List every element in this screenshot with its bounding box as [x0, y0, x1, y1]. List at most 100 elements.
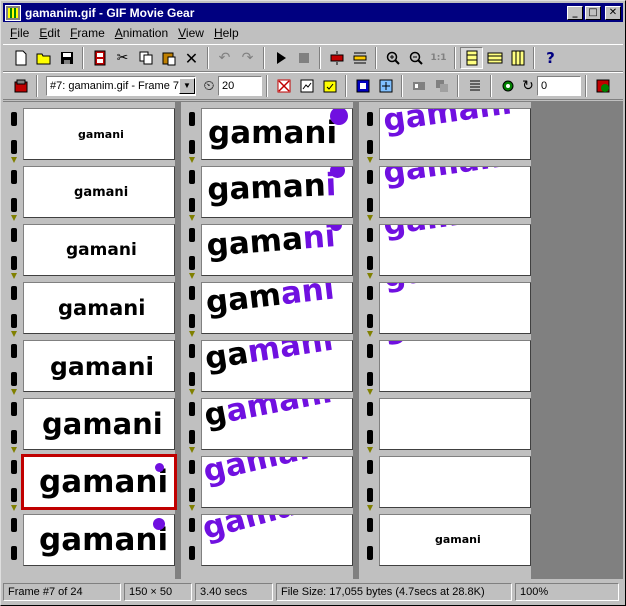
- frame-properties-button[interactable]: [9, 75, 32, 97]
- menu-frame[interactable]: Frame: [65, 26, 110, 40]
- frame-word: gamani: [381, 283, 514, 295]
- frame-marker-icon: [11, 505, 17, 511]
- menu-animation[interactable]: Animation: [110, 26, 173, 40]
- frame-thumbnail[interactable]: gamani: [23, 224, 175, 276]
- open-file-button[interactable]: [32, 47, 55, 69]
- minimize-button[interactable]: _: [567, 5, 583, 20]
- frame-marker-icon: [189, 447, 195, 453]
- new-file-button[interactable]: [9, 47, 32, 69]
- redo-button[interactable]: ↷: [236, 47, 259, 69]
- frame-word: gamani: [380, 108, 514, 139]
- save-button[interactable]: [55, 47, 78, 69]
- delay-clock-icon: ⏲: [203, 78, 215, 94]
- stop-button[interactable]: [292, 47, 315, 69]
- play-icon: [276, 52, 286, 64]
- film-perforation: [11, 112, 17, 126]
- frame-thumbnail[interactable]: gamani: [23, 398, 175, 450]
- disposal-button[interactable]: [295, 75, 318, 97]
- frame-thumbnail[interactable]: gamani: [201, 340, 353, 392]
- film-perforation: [189, 430, 195, 444]
- vertical-view-button[interactable]: [506, 47, 529, 69]
- frame-thumbnail[interactable]: gamani: [201, 282, 353, 334]
- merge-frame-button[interactable]: [348, 47, 371, 69]
- frame-thumbnail[interactable]: gamani: [379, 398, 531, 450]
- vertical-view-icon: [511, 50, 524, 66]
- frame-thumbnail[interactable]: gamani: [379, 166, 531, 218]
- app-icon[interactable]: [5, 4, 21, 21]
- frame-select[interactable]: #7: gamanim.gif - Frame 7 ▼: [46, 76, 196, 96]
- paste-button[interactable]: [157, 47, 180, 69]
- status-size: 150 × 50: [124, 583, 192, 601]
- film-perforation: [367, 256, 373, 270]
- frame-thumbnail[interactable]: gamani: [379, 514, 531, 566]
- frame-thumbnail[interactable]: gamani: [23, 282, 175, 334]
- app-window: gamanim.gif - GIF Movie Gear _ □ ✕ File …: [0, 0, 626, 606]
- film-perforation: [11, 430, 17, 444]
- frame-thumbnail[interactable]: gamani: [23, 108, 175, 160]
- split-button[interactable]: [407, 75, 430, 97]
- frame-thumbnail[interactable]: gamani: [201, 224, 353, 276]
- frame-workspace[interactable]: gamani gamani gamani gamani gamani gamani gama…: [3, 101, 623, 580]
- transparency-button[interactable]: [272, 75, 295, 97]
- frame-thumbnail[interactable]: gamani: [201, 108, 353, 160]
- optimize-button[interactable]: [374, 75, 397, 97]
- status-filesize: File Size: 17,055 bytes (4.7secs at 28.8…: [276, 583, 512, 601]
- frame-word: gamani: [380, 166, 514, 191]
- filmstrip-view-button[interactable]: [460, 47, 483, 69]
- zoom-out-button[interactable]: [404, 47, 427, 69]
- copy-icon: [139, 51, 152, 65]
- delete-button[interactable]: ✕: [180, 47, 203, 69]
- frame-thumbnail[interactable]: [379, 456, 531, 508]
- frame-thumbnail[interactable]: gamani: [23, 340, 175, 392]
- film-perforation: [11, 140, 17, 154]
- frame-list-button[interactable]: [463, 75, 486, 97]
- window-title: gamanim.gif - GIF Movie Gear: [25, 5, 195, 20]
- insert-frame-button[interactable]: [325, 47, 348, 69]
- actual-size-button[interactable]: 1:1: [427, 47, 450, 69]
- menu-edit[interactable]: Edit: [34, 26, 65, 40]
- frame-thumbnail[interactable]: gamani: [201, 514, 353, 566]
- delay-input[interactable]: 20: [218, 76, 262, 96]
- palette-button[interactable]: [351, 75, 374, 97]
- film-perforation: [189, 228, 195, 242]
- close-button[interactable]: ✕: [605, 5, 621, 20]
- film-perforation: [367, 344, 373, 358]
- loop-count-input[interactable]: 0: [537, 76, 581, 96]
- frame-thumbnail[interactable]: gamani: [201, 456, 353, 508]
- copy-button[interactable]: [134, 47, 157, 69]
- menu-file[interactable]: File: [5, 26, 34, 40]
- preview-browser-button[interactable]: [591, 75, 614, 97]
- frame-thumbnail[interactable]: gamani: [23, 514, 175, 566]
- frame-thumbnail[interactable]: gamani: [379, 108, 531, 160]
- dropdown-arrow-icon[interactable]: ▼: [179, 78, 195, 94]
- crop-button[interactable]: [430, 75, 453, 97]
- frame-thumbnail[interactable]: gamani: [379, 224, 531, 276]
- frame-word: gamani: [66, 240, 137, 260]
- undo-button[interactable]: ↶: [213, 47, 236, 69]
- frame-thumbnail[interactable]: gamani: [379, 340, 531, 392]
- frame-offset-button[interactable]: [318, 75, 341, 97]
- film-perforation: [367, 488, 373, 502]
- cut-button[interactable]: ✂: [111, 47, 134, 69]
- help-button[interactable]: ?: [539, 47, 562, 69]
- film-perforation: [11, 372, 17, 386]
- frame-thumbnail[interactable]: gamani: [201, 398, 353, 450]
- film-perforation: [11, 286, 17, 300]
- frame-thumbnail[interactable]: gamani: [201, 166, 353, 218]
- maximize-button[interactable]: □: [585, 5, 601, 20]
- menu-view[interactable]: View: [173, 26, 209, 40]
- zoom-in-button[interactable]: [381, 47, 404, 69]
- play-button[interactable]: [269, 47, 292, 69]
- horizontal-view-button[interactable]: [483, 47, 506, 69]
- film-perforation: [189, 314, 195, 328]
- frame-marker-icon: [367, 505, 373, 511]
- menu-help[interactable]: Help: [209, 26, 244, 40]
- film-perforation: [11, 198, 17, 212]
- frame-thumbnail[interactable]: gamani: [21, 454, 177, 510]
- frame-thumbnail[interactable]: gamani: [23, 166, 175, 218]
- film-button[interactable]: [88, 47, 111, 69]
- film-perforation: [189, 344, 195, 358]
- loop-settings-button[interactable]: [496, 75, 519, 97]
- frame-word: gamani: [202, 340, 336, 377]
- frame-thumbnail[interactable]: gamani: [379, 282, 531, 334]
